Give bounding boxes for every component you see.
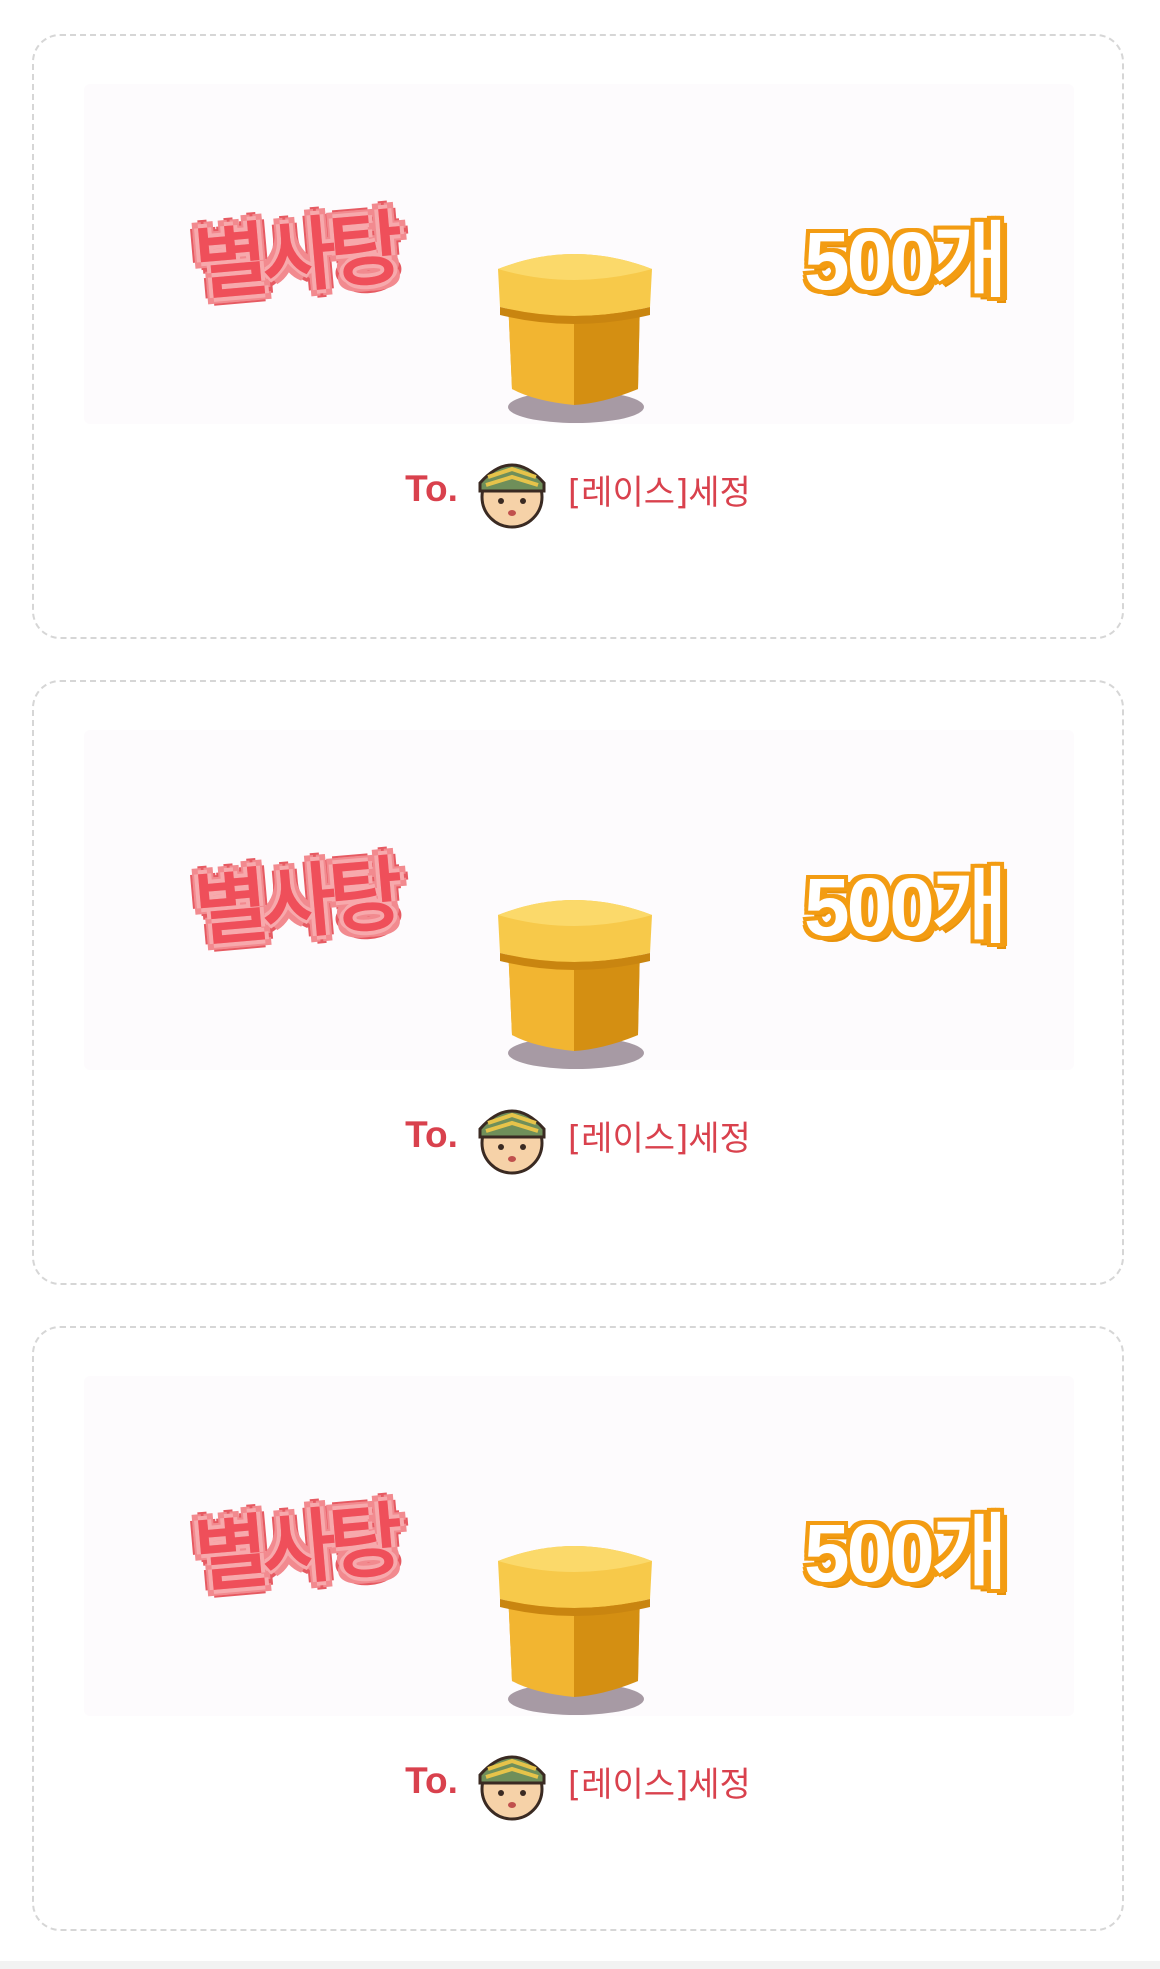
item-name: 별사탕 xyxy=(189,1491,403,1605)
recipient-name: [레이스]세정 xyxy=(567,1764,751,1805)
recipient-line: To. [레이스]세정 xyxy=(34,1736,1122,1826)
item-quantity: 500개 xyxy=(804,216,1007,307)
gift-banner: 별사탕 500개 xyxy=(84,1376,1074,1716)
bottom-strip xyxy=(0,1961,1160,1969)
soldier-avatar-icon xyxy=(478,463,546,529)
to-label: To. xyxy=(405,1760,458,1801)
recipient-name: [레이스]세정 xyxy=(567,472,751,513)
to-label: To. xyxy=(405,468,458,509)
gift-card-list: 별사탕 500개 To. [레이스]세정 별사탕 500개 To. [레이스]세… xyxy=(0,0,1160,1969)
gift-card[interactable]: 별사탕 500개 To. [레이스]세정 xyxy=(32,1326,1124,1931)
item-quantity: 500개 xyxy=(804,1508,1007,1599)
gift-banner: 별사탕 500개 xyxy=(84,730,1074,1070)
item-name: 별사탕 xyxy=(189,199,403,313)
recipient-line: To. [레이스]세정 xyxy=(34,444,1122,534)
gift-card[interactable]: 별사탕 500개 To. [레이스]세정 xyxy=(32,680,1124,1285)
to-label: To. xyxy=(405,1114,458,1155)
recipient-line: To. [레이스]세정 xyxy=(34,1090,1122,1180)
gift-box-icon xyxy=(498,1546,652,1715)
soldier-avatar-icon xyxy=(478,1109,546,1175)
soldier-avatar-icon xyxy=(478,1755,546,1821)
gift-card[interactable]: 별사탕 500개 To. [레이스]세정 xyxy=(32,34,1124,639)
gift-box-icon xyxy=(498,254,652,423)
item-quantity: 500개 xyxy=(804,862,1007,953)
recipient-name: [레이스]세정 xyxy=(567,1118,751,1159)
item-name: 별사탕 xyxy=(189,845,403,959)
gift-box-icon xyxy=(498,900,652,1069)
gift-banner: 별사탕 500개 xyxy=(84,84,1074,424)
